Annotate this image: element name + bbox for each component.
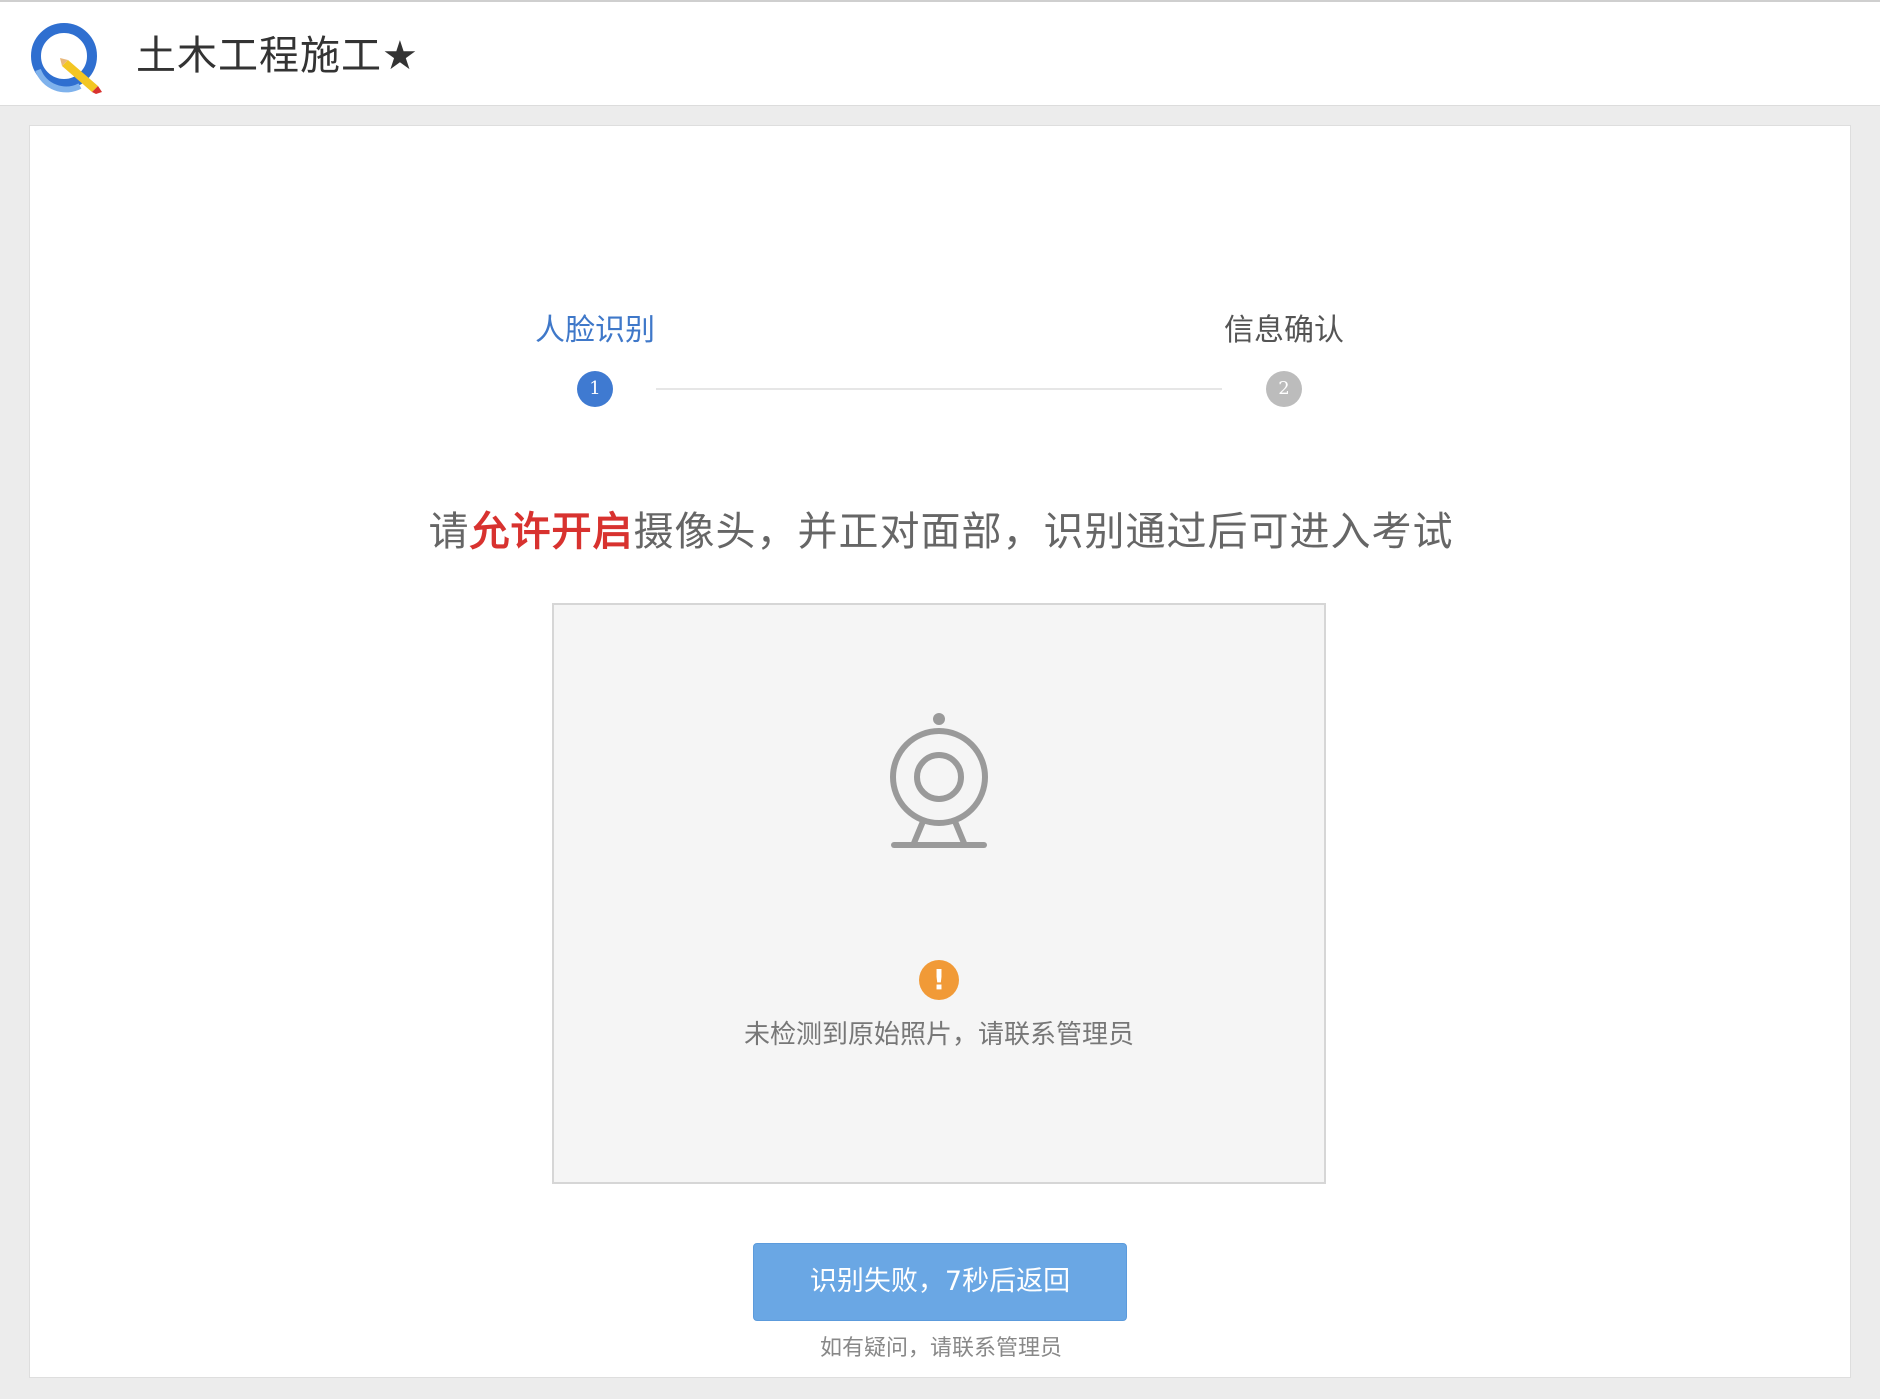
app-title: 土木工程施工★	[136, 33, 419, 79]
step-face-recognition: 人脸识别 1	[495, 311, 695, 407]
camera-error-message: 未检测到原始照片，请联系管理员	[743, 1020, 1134, 1050]
app-header: 土木工程施工★	[0, 0, 1880, 106]
step-number-badge: 2	[1266, 371, 1302, 407]
instruction-suffix: 摄像头，并正对面部，识别通过后可进入考试	[633, 509, 1454, 555]
help-contact-text: 如有疑问，请联系管理员	[819, 1336, 1062, 1361]
camera-preview-panel: ! 未检测到原始照片，请联系管理员	[552, 603, 1326, 1184]
instruction-highlight: 允许开启	[469, 509, 634, 555]
face-verification-card: 人脸识别 1 信息确认 2 请允许开启摄像头，并正对面部，识别通过后可进入考试 …	[29, 125, 1851, 1378]
search-pencil-logo-icon	[31, 23, 102, 94]
webcam-icon	[890, 713, 988, 848]
step-label: 信息确认	[1224, 313, 1344, 348]
step-connector-line	[656, 388, 1222, 390]
warning-icon: !	[919, 960, 959, 1000]
step-info-confirm: 信息确认 2	[1184, 311, 1384, 407]
step-label: 人脸识别	[535, 313, 655, 348]
instruction-prefix: 请	[428, 509, 470, 555]
camera-instruction: 请允许开启摄像头，并正对面部，识别通过后可进入考试	[30, 506, 1852, 558]
step-number-badge: 1	[577, 371, 613, 407]
recognition-failed-button[interactable]: 识别失败，7秒后返回	[753, 1243, 1127, 1321]
